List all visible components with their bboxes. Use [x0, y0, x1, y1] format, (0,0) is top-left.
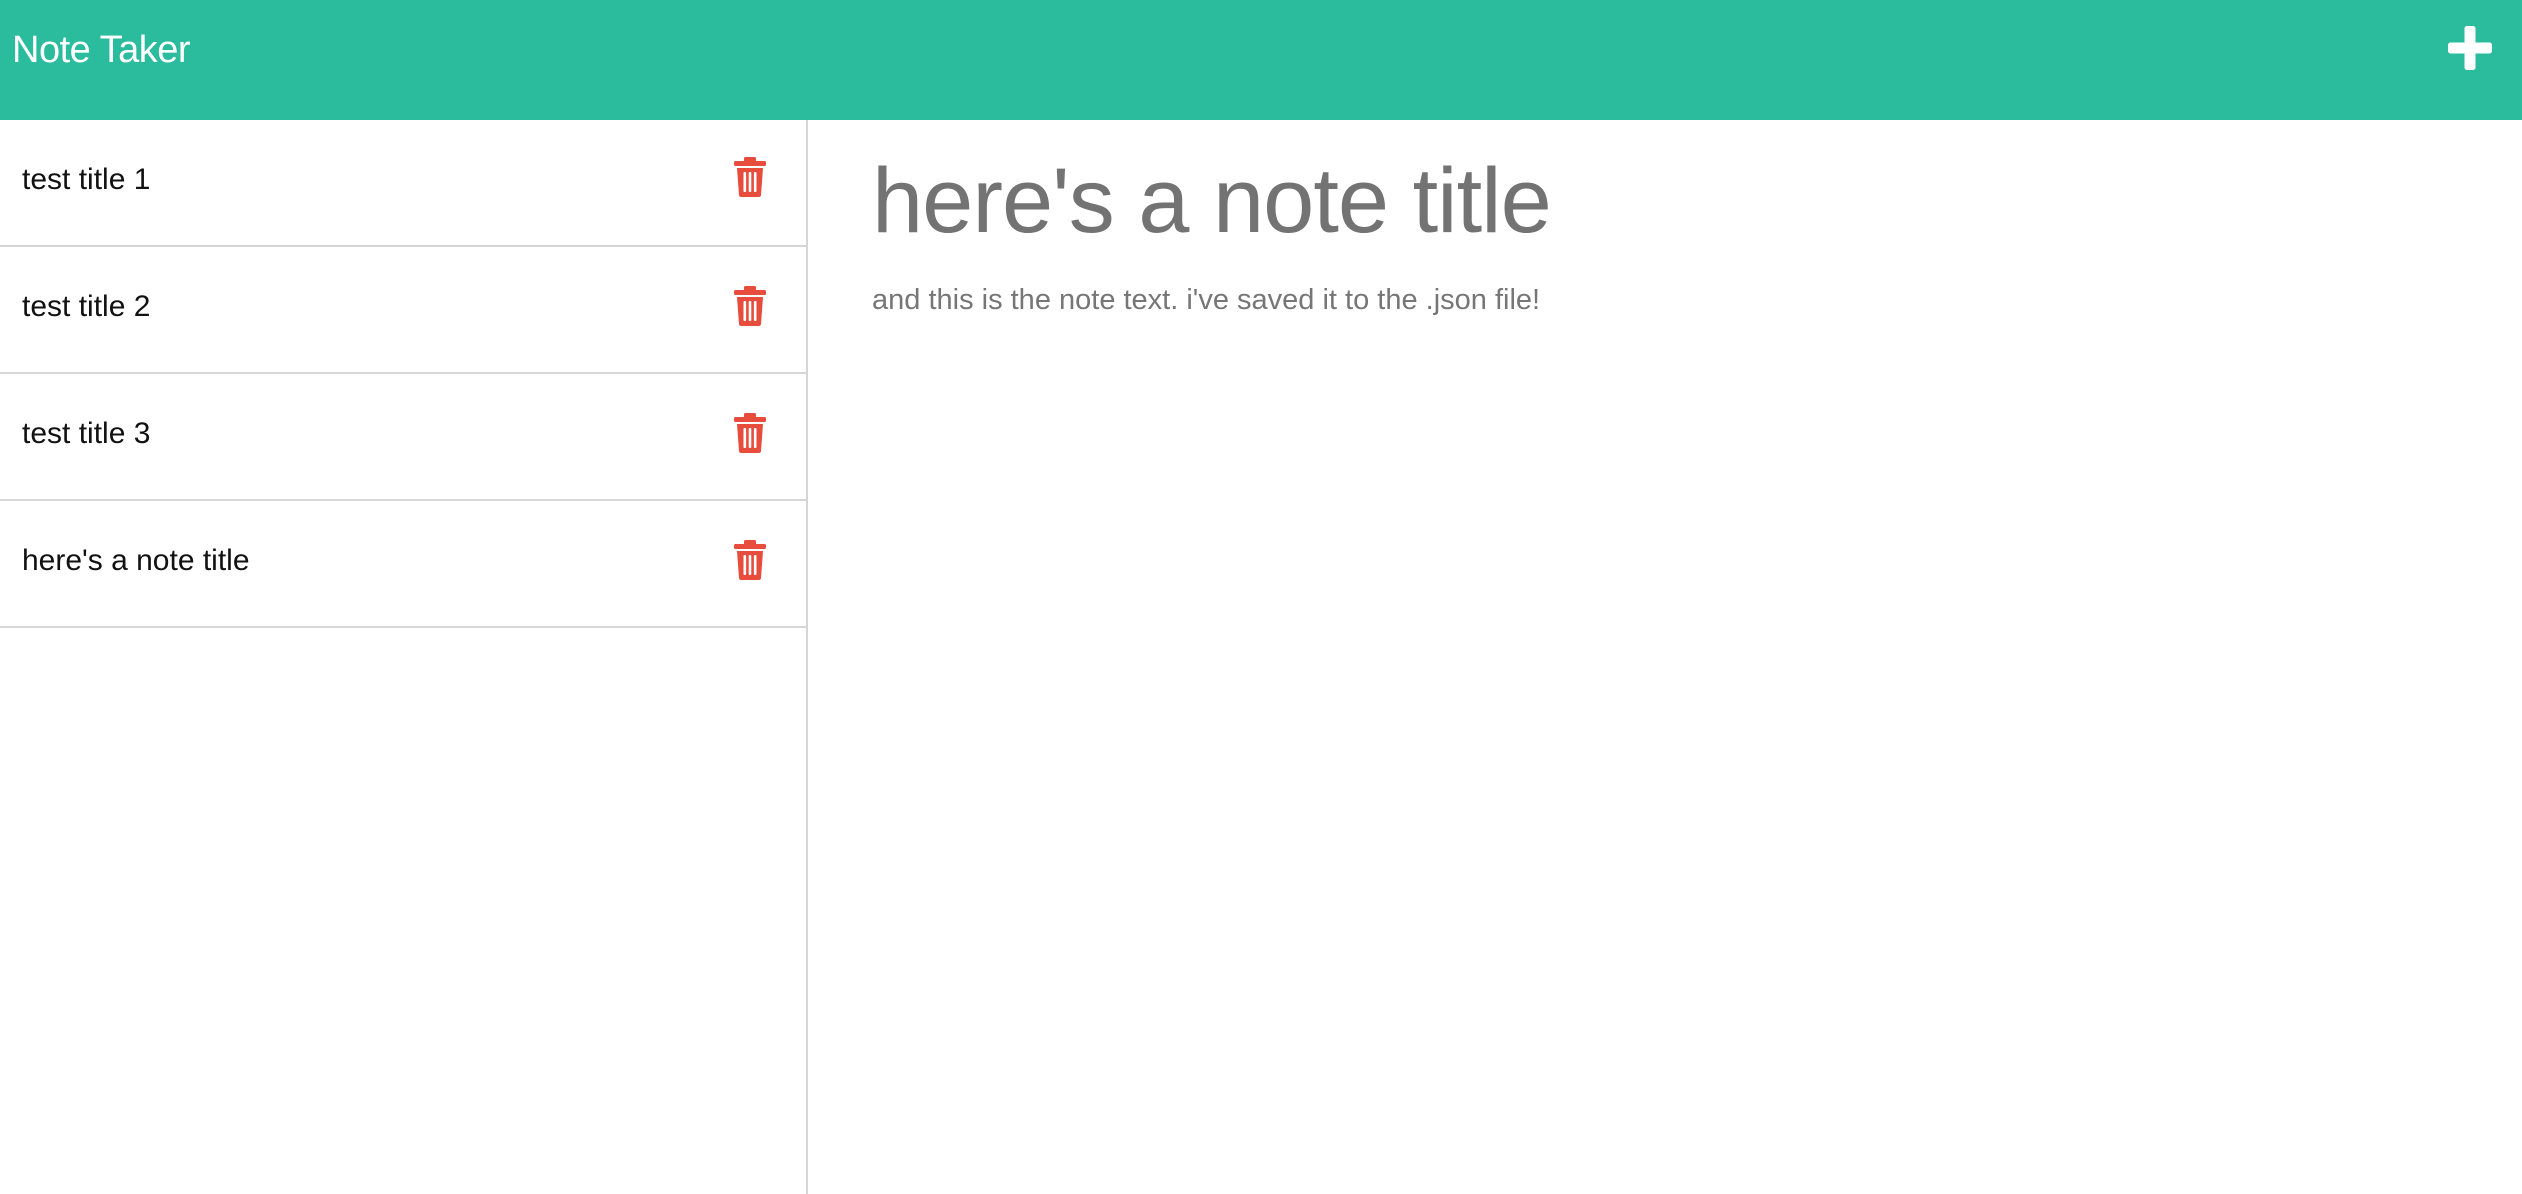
note-list-item-title: here's a note title [22, 544, 250, 577]
note-list-item[interactable]: here's a note title [0, 499, 806, 626]
note-list: test title 1 test title 2 test title 3 h… [0, 120, 806, 628]
note-title-field[interactable]: here's a note title [872, 146, 1552, 256]
trash-icon [734, 540, 766, 580]
note-list-item[interactable]: test title 2 [0, 245, 806, 372]
trash-icon [734, 413, 766, 453]
navbar: Note Taker [0, 0, 2522, 120]
trash-icon [734, 157, 766, 197]
notes-sidebar: test title 1 test title 2 test title 3 h… [0, 120, 808, 1194]
delete-note-button[interactable] [734, 413, 766, 453]
note-list-item-title: test title 2 [22, 290, 151, 323]
note-list-item-title: test title 1 [22, 163, 151, 196]
trash-icon [734, 286, 766, 326]
note-list-item-title: test title 3 [22, 417, 151, 450]
note-list-item[interactable]: test title 3 [0, 372, 806, 499]
delete-note-button[interactable] [734, 540, 766, 580]
new-note-button[interactable] [2446, 24, 2494, 72]
note-editor: here's a note title and this is the note… [810, 120, 2522, 1194]
delete-note-button[interactable] [734, 286, 766, 326]
plus-icon [2448, 26, 2492, 70]
note-text-field[interactable]: and this is the note text. i've saved it… [872, 280, 1540, 320]
delete-note-button[interactable] [734, 157, 766, 197]
app-brand[interactable]: Note Taker [12, 27, 191, 73]
note-list-item[interactable]: test title 1 [0, 120, 806, 245]
